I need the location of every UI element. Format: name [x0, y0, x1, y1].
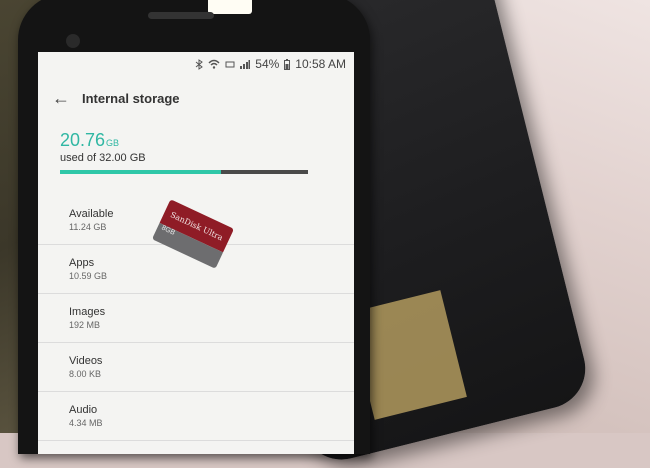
- earpiece-speaker: [148, 12, 214, 19]
- flash-glare: [208, 0, 252, 14]
- battery-icon: [284, 58, 291, 70]
- signal-icon: [240, 59, 251, 69]
- front-camera: [66, 34, 80, 48]
- list-item-label: Videos: [69, 355, 103, 367]
- used-unit: GB: [106, 138, 120, 148]
- storage-item-videos[interactable]: Videos 8.00 KB: [38, 343, 354, 392]
- status-bar: 54% 10:58 AM: [38, 52, 354, 76]
- list-item-label: Audio: [69, 404, 98, 416]
- back-arrow-icon[interactable]: ←: [52, 88, 76, 109]
- list-item-value: 192 MB: [69, 320, 101, 330]
- app-bar: ← Internal storage: [38, 76, 354, 120]
- page-title: Internal storage: [82, 90, 180, 106]
- storage-progress-fill: [60, 170, 222, 174]
- bluetooth-icon: [195, 58, 204, 70]
- used-value: 20.76: [60, 130, 106, 150]
- list-item-value: 10.59 GB: [69, 271, 108, 281]
- clock: 10:58 AM: [295, 57, 346, 71]
- battery-percent: 54%: [255, 57, 280, 71]
- used-of-total: used of 32.00 GB: [60, 152, 146, 164]
- wifi-icon: [208, 59, 220, 69]
- storage-item-audio[interactable]: Audio 4.34 MB: [38, 392, 354, 441]
- storage-item-images[interactable]: Images 192 MB: [38, 294, 354, 343]
- storage-progress-bar: [60, 170, 308, 174]
- list-item-value: 4.34 MB: [69, 418, 103, 428]
- lte-icon: [225, 59, 235, 69]
- list-item-label: Images: [69, 306, 106, 318]
- storage-usage-summary: 20.76 GB used of 32.00 GB: [38, 120, 354, 174]
- list-item-value: 8.00 KB: [69, 369, 102, 379]
